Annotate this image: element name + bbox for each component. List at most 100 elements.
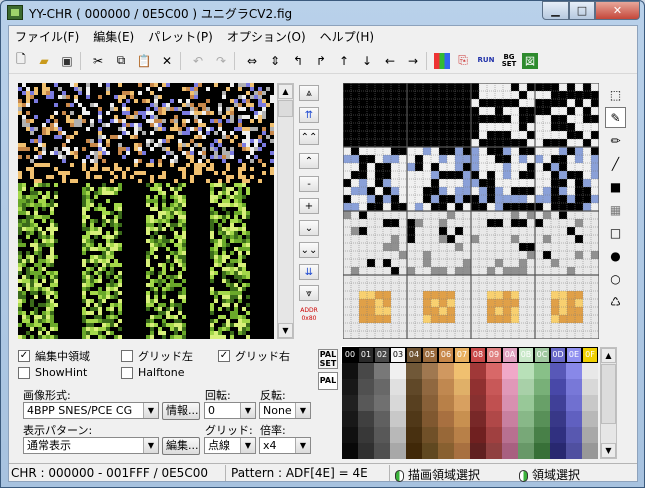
flip-horizontal-icon[interactable]: ⇔ — [242, 51, 262, 71]
page-down-button[interactable]: ⌄⌄ — [299, 242, 319, 258]
maximize-button[interactable]: □ — [569, 1, 595, 20]
open-icon[interactable]: ▰ — [34, 51, 54, 71]
info-button[interactable]: 情報... — [162, 402, 200, 420]
page-up-button[interactable]: ⌃⌃ — [299, 129, 319, 145]
jump-top-button[interactable]: ⩓ — [299, 85, 319, 101]
tab-pal-set[interactable]: PAL SET — [318, 349, 338, 369]
palette-index-08[interactable]: 08 — [470, 347, 486, 363]
palette-index-02[interactable]: 02 — [374, 347, 390, 363]
page-down-fast-button[interactable]: ⇊ — [299, 264, 319, 280]
run-icon[interactable]: RUN — [476, 51, 496, 71]
pattern-select[interactable]: 通常表示 ▼ — [23, 437, 159, 454]
dither-rect-tool-icon[interactable]: ▦ — [605, 199, 626, 220]
byte-plus-button[interactable]: + — [299, 198, 319, 214]
palette-index-05[interactable]: 05 — [422, 347, 438, 363]
palette-swatch — [486, 395, 502, 411]
close-button[interactable]: ✕ — [595, 1, 640, 20]
address-display[interactable]: ADDR 0x80 — [299, 307, 319, 329]
grid-select[interactable]: 点線 ▼ — [204, 437, 256, 454]
copy-icon[interactable]: ⧉ — [111, 51, 131, 71]
copy-palette-icon[interactable]: ⎘ — [453, 51, 473, 71]
fill-tool-icon[interactable]: ♺ — [605, 291, 626, 312]
palette-index-0F[interactable]: 0F — [582, 347, 598, 363]
new-icon[interactable]: 🗋 — [11, 51, 31, 71]
palette-icon[interactable] — [434, 52, 450, 69]
rect-tool-icon[interactable]: □ — [605, 222, 626, 243]
pen-tool-icon[interactable]: ✎ — [605, 107, 626, 128]
edit-pixel — [511, 163, 519, 171]
bank-pixel — [162, 175, 166, 179]
mirror-select[interactable]: None ▼ — [259, 402, 311, 419]
paste-icon[interactable]: 📋 — [134, 51, 154, 71]
rotate-left-icon[interactable]: ↰ — [288, 51, 308, 71]
tab-pal[interactable]: PAL — [318, 372, 338, 390]
edit-canvas[interactable] — [343, 83, 599, 339]
menu-file[interactable]: ファイル(F) — [9, 28, 85, 45]
line-tool-icon[interactable]: ╱ — [605, 153, 626, 174]
title-bar[interactable]: YY-CHR ( 000000 / 0E5C00 ) ユニグラCV2.fig ▁… — [1, 1, 644, 24]
shift-right-icon[interactable]: → — [403, 51, 423, 71]
format-select[interactable]: 4BPP SNES/PCE CG ▼ — [23, 402, 159, 419]
rotate-select[interactable]: 0 ▼ — [204, 402, 256, 419]
halftone-checkbox[interactable]: Halftone — [121, 366, 185, 379]
palette-index-01[interactable]: 01 — [358, 347, 374, 363]
save-icon[interactable]: ▣ — [57, 51, 77, 71]
row-down-button[interactable]: ⌄ — [299, 220, 319, 236]
scroll-down-button[interactable]: ▼ — [601, 443, 616, 458]
pencil-tool-icon[interactable]: ✏ — [605, 130, 626, 151]
filled-circle-tool-icon[interactable]: ● — [605, 245, 626, 266]
tile-bank-view[interactable] — [18, 83, 274, 339]
show-hint-checkbox[interactable]: ShowHint — [18, 366, 87, 379]
scroll-up-button[interactable]: ▲ — [278, 84, 293, 99]
palette-index-00[interactable]: 00 — [341, 346, 359, 364]
minimize-button[interactable]: ▁ — [542, 1, 569, 20]
bookmark-icon[interactable]: 図 — [522, 52, 538, 69]
cut-icon[interactable]: ✂ — [88, 51, 108, 71]
menu-options[interactable]: オプション(O) — [221, 28, 312, 45]
grid-left-checkbox[interactable]: グリッド左 — [121, 348, 193, 364]
byte-minus-button[interactable]: - — [299, 176, 319, 192]
grid-right-checkbox[interactable]: ✓ グリッド右 — [218, 348, 290, 364]
redo-icon[interactable]: ↷ — [211, 51, 231, 71]
edit-pixel — [407, 315, 415, 323]
shift-down-icon[interactable]: ↓ — [357, 51, 377, 71]
menu-edit[interactable]: 編集(E) — [87, 28, 140, 45]
palette-index-06[interactable]: 06 — [438, 347, 454, 363]
tile-bank-scrollbar[interactable]: ▲ ▼ — [277, 83, 294, 339]
circle-tool-icon[interactable]: ○ — [605, 268, 626, 289]
palette-index-0A[interactable]: 0A — [502, 347, 518, 363]
palette-index-0E[interactable]: 0E — [566, 347, 582, 363]
palette-swatch — [566, 395, 582, 411]
bg-set-icon[interactable]: BG SET — [499, 51, 519, 71]
scroll-down-button[interactable]: ▼ — [278, 323, 293, 338]
palette-index-07[interactable]: 07 — [454, 347, 470, 363]
undo-icon[interactable]: ↶ — [188, 51, 208, 71]
zoom-select[interactable]: x4 ▼ — [259, 437, 311, 454]
scroll-up-button[interactable]: ▲ — [601, 348, 616, 363]
palette-index-0B[interactable]: 0B — [518, 347, 534, 363]
edit-pattern-button[interactable]: 編集... — [162, 437, 200, 455]
select-tool-icon[interactable]: ⬚ — [605, 84, 626, 105]
page-up-fast-button[interactable]: ⇈ — [299, 107, 319, 123]
shift-left-icon[interactable]: ← — [380, 51, 400, 71]
scroll-thumb[interactable] — [601, 364, 616, 424]
flip-vertical-icon[interactable]: ⇕ — [265, 51, 285, 71]
menu-help[interactable]: ヘルプ(H) — [314, 28, 380, 45]
menu-palette[interactable]: パレット(P) — [142, 28, 219, 45]
scroll-thumb[interactable] — [278, 100, 293, 117]
bank-pixel — [86, 91, 90, 95]
shift-up-icon[interactable]: ↑ — [334, 51, 354, 71]
row-up-button[interactable]: ⌃ — [299, 153, 319, 169]
palette-scrollbar[interactable]: ▲ ▼ — [600, 347, 617, 459]
filled-rect-tool-icon[interactable]: ■ — [605, 176, 626, 197]
palette-index-04[interactable]: 04 — [406, 347, 422, 363]
palette-grid[interactable]: 00 01 02 03 04 05 06 07 08 09 0A 0B 0C 0D 0E 0F — [341, 346, 598, 459]
rotate-right-icon[interactable]: ↱ — [311, 51, 331, 71]
palette-index-0C[interactable]: 0C — [534, 347, 550, 363]
palette-index-09[interactable]: 09 — [486, 347, 502, 363]
palette-index-03[interactable]: 03 — [390, 347, 406, 363]
delete-icon[interactable]: ✕ — [157, 51, 177, 71]
palette-index-0D[interactable]: 0D — [550, 347, 566, 363]
jump-bottom-button[interactable]: ⩔ — [299, 285, 319, 301]
edit-area-checkbox[interactable]: ✓ 編集中領域 — [18, 348, 90, 364]
